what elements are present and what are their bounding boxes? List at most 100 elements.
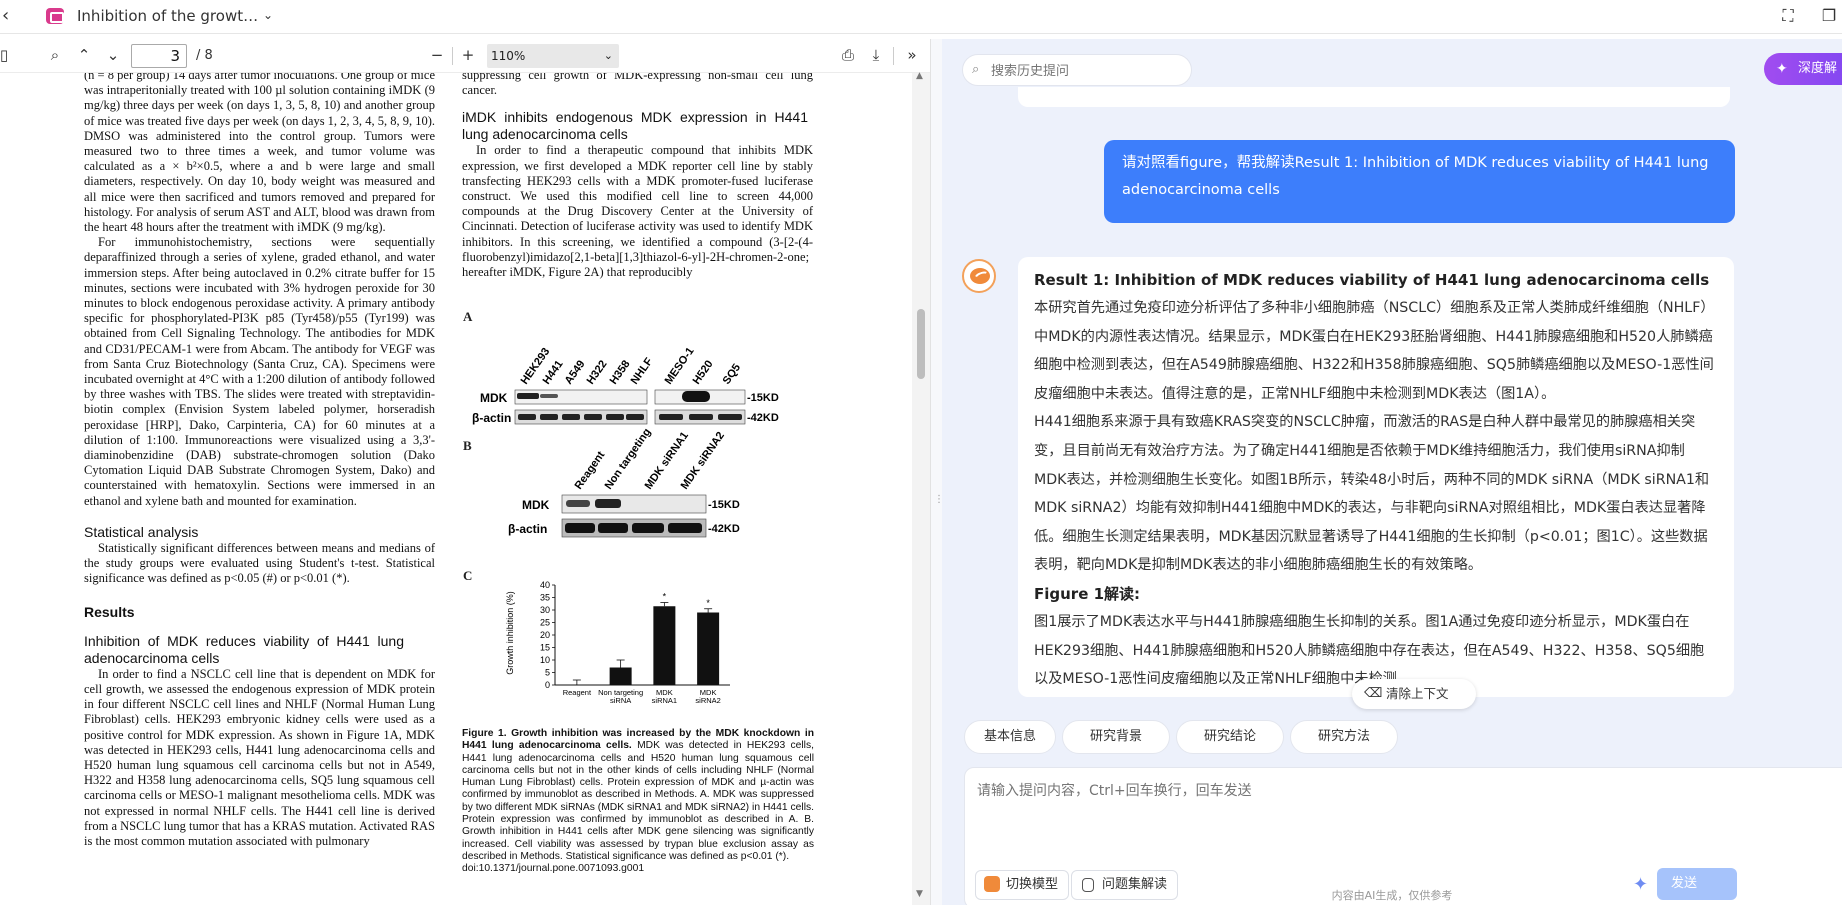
history-search[interactable]: ⌕: [962, 54, 1192, 86]
toolbar-divider: [893, 47, 894, 65]
pdf-paragraph: (n = 8 per group) 14 days after tumor in…: [84, 73, 435, 235]
x-tick-label: siRNA2: [695, 696, 720, 705]
page-total: / 8: [196, 48, 213, 63]
blot-row-label: MDK: [522, 498, 550, 512]
sparkle-icon: ✦: [1776, 61, 1788, 77]
search-icon: ⌕: [972, 62, 980, 77]
figure-panel-label: C: [463, 568, 473, 583]
lane-label: A549: [563, 358, 588, 386]
y-tick-label: 25: [540, 618, 550, 628]
feedback-icon[interactable]: ❐: [1820, 7, 1838, 25]
search-icon[interactable]: ⌕: [45, 45, 65, 65]
more-tools-icon[interactable]: »: [902, 45, 922, 65]
kd-marker: -15KD: [708, 499, 740, 511]
scrollbar-thumb[interactable]: [917, 309, 925, 379]
zoom-out-icon[interactable]: −: [427, 45, 447, 65]
prompt-input[interactable]: [977, 780, 1797, 840]
deep-read-button[interactable]: ✦ 深度解: [1764, 53, 1842, 85]
lane-label: H520: [691, 358, 716, 386]
y-tick-label: 20: [540, 630, 550, 640]
bar: [609, 667, 632, 685]
quick-prompt-chip[interactable]: 研究方法: [1290, 720, 1398, 754]
y-tick-label: 15: [540, 643, 550, 653]
y-tick-label: 10: [540, 655, 550, 665]
scroll-down-icon[interactable]: ▼: [916, 889, 923, 899]
x-tick-label: siRNA: [610, 696, 631, 705]
significance-mark: *: [706, 598, 710, 608]
previous-message-card: [1018, 87, 1730, 107]
quick-prompt-chip[interactable]: 研究结论: [1176, 720, 1284, 754]
pdf-scrollbar[interactable]: ▲ ▼: [912, 71, 930, 905]
prompt-input-box: 切换模型 问题集解读 ✦ 发送: [964, 767, 1842, 905]
y-tick-label: 30: [540, 605, 550, 615]
blot-row-label: MDK: [480, 391, 508, 405]
caption-body: MDK was detected in HEK293 cells, H441 l…: [462, 740, 814, 862]
tab-bar: ‹ Inhibition of the growt… ⌄ ⛶ ❐: [0, 0, 1842, 34]
y-tick-label: 35: [540, 593, 550, 603]
zoom-select[interactable]: 110% ⌄: [487, 44, 619, 68]
x-tick-label: siRNA1: [652, 696, 677, 705]
y-tick-label: 5: [545, 668, 550, 678]
clear-context-label: 清除上下文: [1386, 686, 1449, 701]
significance-mark: *: [663, 592, 667, 602]
quick-prompt-chip[interactable]: 基本信息: [964, 720, 1056, 754]
deep-read-label: 深度解: [1798, 61, 1838, 76]
ai-reader-icon: [46, 8, 64, 24]
kd-marker: -42KD: [747, 412, 779, 424]
growth-inhibition-chart: 0 5 10 15 20 25 30 35 40 Growth inhibition (%) Rea…: [505, 580, 730, 705]
pdf-toolbar: ▯ ⌕ ⌃ ⌄ 3 / 8 − + 110% ⌄ ⎙ ⤓ »: [0, 39, 930, 73]
ai-answer-card: Result 1: Inhibition of MDK reduces viab…: [1018, 257, 1734, 697]
blot-row-label: β-actin: [508, 522, 547, 536]
answer-title: Result 1: Inhibition of MDK reduces viab…: [1034, 271, 1710, 289]
answer-paragraph: 本研究首先通过免疫印迹分析评估了多种非小细胞肺癌（NSCLC）细胞系及正常人类肺…: [1034, 300, 1715, 402]
previous-page-icon[interactable]: ⌃: [74, 45, 94, 65]
pdf-paragraph: Statistically significant differences be…: [84, 540, 435, 586]
zoom-value: 110%: [491, 49, 526, 63]
lane-label: H322: [585, 358, 610, 386]
lane-label: NHLF: [629, 356, 656, 387]
ai-disclaimer: 内容由AI生成，仅供参考: [1331, 889, 1453, 902]
bar: [653, 606, 676, 685]
zoom-in-icon[interactable]: +: [458, 45, 478, 65]
page-number-input[interactable]: 3: [131, 44, 187, 68]
print-icon[interactable]: ⎙: [838, 45, 858, 65]
tab-title[interactable]: Inhibition of the growt…: [77, 7, 258, 25]
broom-icon: ⌫: [1364, 686, 1383, 701]
history-search-input[interactable]: [991, 60, 1181, 82]
blot-row-label: β-actin: [472, 411, 511, 425]
answer-paragraph: H441细胞系来源于具有致癌KRAS突变的NSCLC肿瘤，而激活的RAS是白种人…: [1034, 414, 1710, 574]
figure-caption: Figure 1. Growth inhibition was increase…: [462, 728, 814, 876]
pdf-right-column: suppressing cell growth of MDK-expressin…: [462, 73, 813, 280]
y-tick-label: 0: [545, 680, 550, 690]
quick-prompt-chip[interactable]: 研究背景: [1062, 720, 1170, 754]
panel-splitter[interactable]: ⋮⋮: [930, 39, 953, 905]
section-heading: Statistical analysis: [84, 523, 199, 540]
ai-assistant-panel: ⌕ ✦ 深度解 请对照看figure，帮我解读Result 1: Inhibit…: [942, 39, 1842, 905]
next-page-icon[interactable]: ⌄: [103, 45, 123, 65]
western-blot-a: HEK293H441A549H322H358NHLF MESO-1H520 SQ5 …: [472, 345, 779, 425]
pdf-paragraph: In order to find a NSCLC cell line that …: [84, 666, 435, 848]
scroll-up-icon[interactable]: ▲: [916, 71, 923, 81]
kd-marker: -42KD: [708, 523, 740, 535]
clear-context-button[interactable]: ⌫ 清除上下文: [1352, 679, 1476, 709]
pdf-page[interactable]: (n = 8 per group) 14 days after tumor in…: [0, 73, 918, 905]
x-tick-label: Reagent: [563, 688, 592, 697]
subsection-heading: iMDK inhibits endogenous MDK expression …: [462, 109, 808, 143]
blot-lanes-left: HEK293H441A549H322H358NHLF MESO-1H520 SQ5: [519, 345, 743, 386]
lane-label: SQ5: [721, 362, 743, 387]
chevron-down-icon: ⌄: [603, 49, 613, 62]
figure-doi[interactable]: doi:10.1371/journal.pone.0071093.g001: [462, 863, 814, 875]
fullscreen-icon[interactable]: ⛶: [1779, 7, 1797, 25]
pdf-paragraph: In order to find a therapeutic compound …: [462, 143, 813, 280]
western-blot-b: ReagentNon targeting siRNAMDK siRNA1MDK …: [508, 428, 740, 538]
pdf-left-column: (n = 8 per group) 14 days after tumor in…: [84, 73, 435, 849]
back-arrow-icon[interactable]: ‹: [2, 6, 16, 28]
chevron-down-icon[interactable]: ⌄: [263, 8, 273, 22]
answer-subheading: Figure 1解读:: [1034, 584, 1141, 603]
y-tick-label: 40: [540, 580, 550, 590]
kd-marker: -15KD: [747, 392, 779, 404]
toolbar-divider: [452, 47, 453, 65]
download-icon[interactable]: ⤓: [866, 45, 886, 65]
user-message: 请对照看figure，帮我解读Result 1: Inhibition of M…: [1104, 140, 1735, 223]
sidebar-toggle-icon[interactable]: ▯: [0, 45, 14, 65]
